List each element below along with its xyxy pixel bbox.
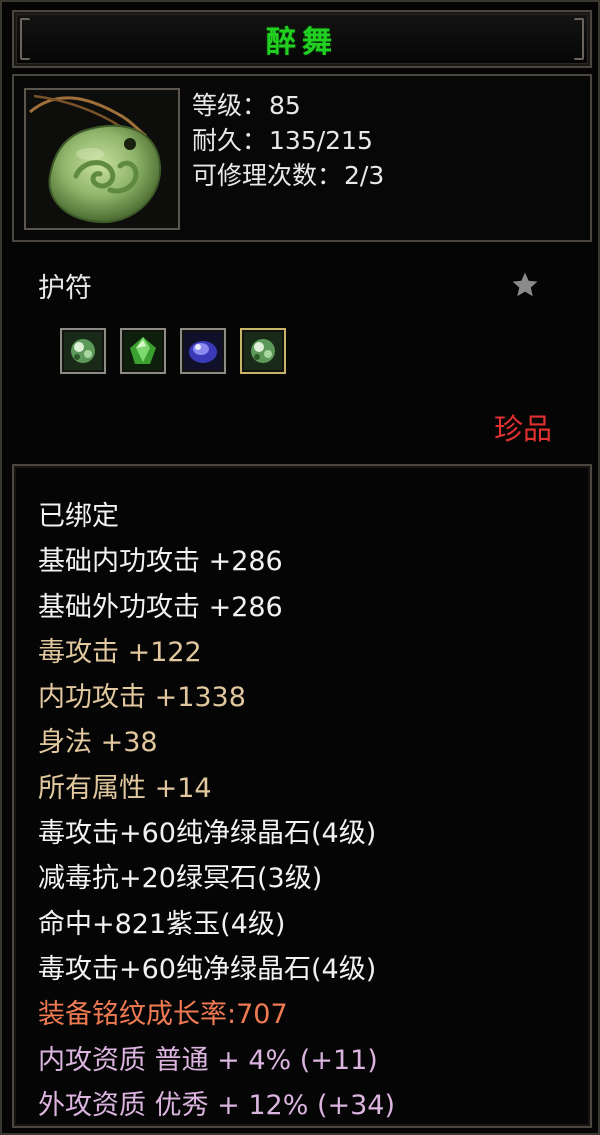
item-rarity: 珍品 — [494, 412, 553, 446]
attribute-line: 减毒抗+20绿冥石(3级) — [38, 863, 323, 895]
gem-socket-1[interactable] — [60, 328, 106, 374]
attribute-line: 外攻资质 优秀 + 12% (+34) — [38, 1089, 396, 1121]
attribute-line: 内功攻击 +1338 — [38, 682, 246, 714]
item-header: 等级：85 耐久：135/215 可修理次数：2/3 — [12, 74, 592, 242]
item-name: 醉舞 — [266, 25, 338, 60]
attribute-line: 毒攻击+60纯净绿晶石(4级) — [38, 953, 377, 985]
green-gem-socket-icon — [244, 332, 282, 370]
attribute-line: 毒攻击 +122 — [38, 636, 202, 668]
gem-socket-4[interactable] — [240, 328, 286, 374]
attribute-line: 毒攻击+60纯净绿晶石(4级) — [38, 818, 377, 850]
attribute-line: 所有属性 +14 — [38, 772, 212, 804]
attribute-line: 命中+821紫玉(4级) — [38, 908, 286, 940]
stat-repair-count: 可修理次数：2/3 — [192, 161, 385, 190]
item-icon-slot — [24, 88, 180, 230]
stat-level: 等级：85 — [192, 91, 301, 120]
star-icon[interactable] — [510, 270, 540, 300]
emerald-gem-socket-icon — [124, 332, 162, 370]
purple-gem-socket-icon — [184, 332, 222, 370]
title-bar: 醉舞 — [12, 10, 592, 68]
item-category: 护符 — [38, 273, 92, 304]
attribute-list: 已绑定基础内功攻击 +286 基础外功攻击 +286 毒攻击 +122 内功攻击 +1… — [38, 494, 395, 1128]
attribute-line: 基础内功攻击 +286 — [38, 546, 283, 578]
attribute-line: 内攻资质 普通 + 4% (+11) — [38, 1044, 378, 1076]
title-bar-right-ornament — [574, 18, 584, 60]
green-gem-socket-icon — [64, 332, 102, 370]
attributes-panel: 已绑定基础内功攻击 +286 基础外功攻击 +286 毒攻击 +122 内功攻击 +1… — [12, 464, 592, 1128]
stat-durability: 耐久：135/215 — [192, 126, 373, 155]
gem-sockets — [60, 328, 286, 374]
attribute-line: 身法 +38 — [38, 727, 158, 759]
attribute-line: 基础外功攻击 +286 — [38, 591, 283, 623]
title-bar-left-ornament — [20, 18, 30, 60]
gem-socket-3[interactable] — [180, 328, 226, 374]
jade-amulet-icon — [26, 90, 178, 228]
item-tooltip: 醉舞 等级：85 耐久：135/215 可修理次数：2/3 护符 珍品 已绑定 … — [0, 0, 600, 1135]
attribute-line: 已绑定 — [38, 501, 119, 532]
item-stats: 等级：85 耐久：135/215 可修理次数：2/3 — [192, 88, 386, 193]
attribute-line: 装备铭纹成长率:707 — [38, 999, 288, 1031]
gem-socket-2[interactable] — [120, 328, 166, 374]
